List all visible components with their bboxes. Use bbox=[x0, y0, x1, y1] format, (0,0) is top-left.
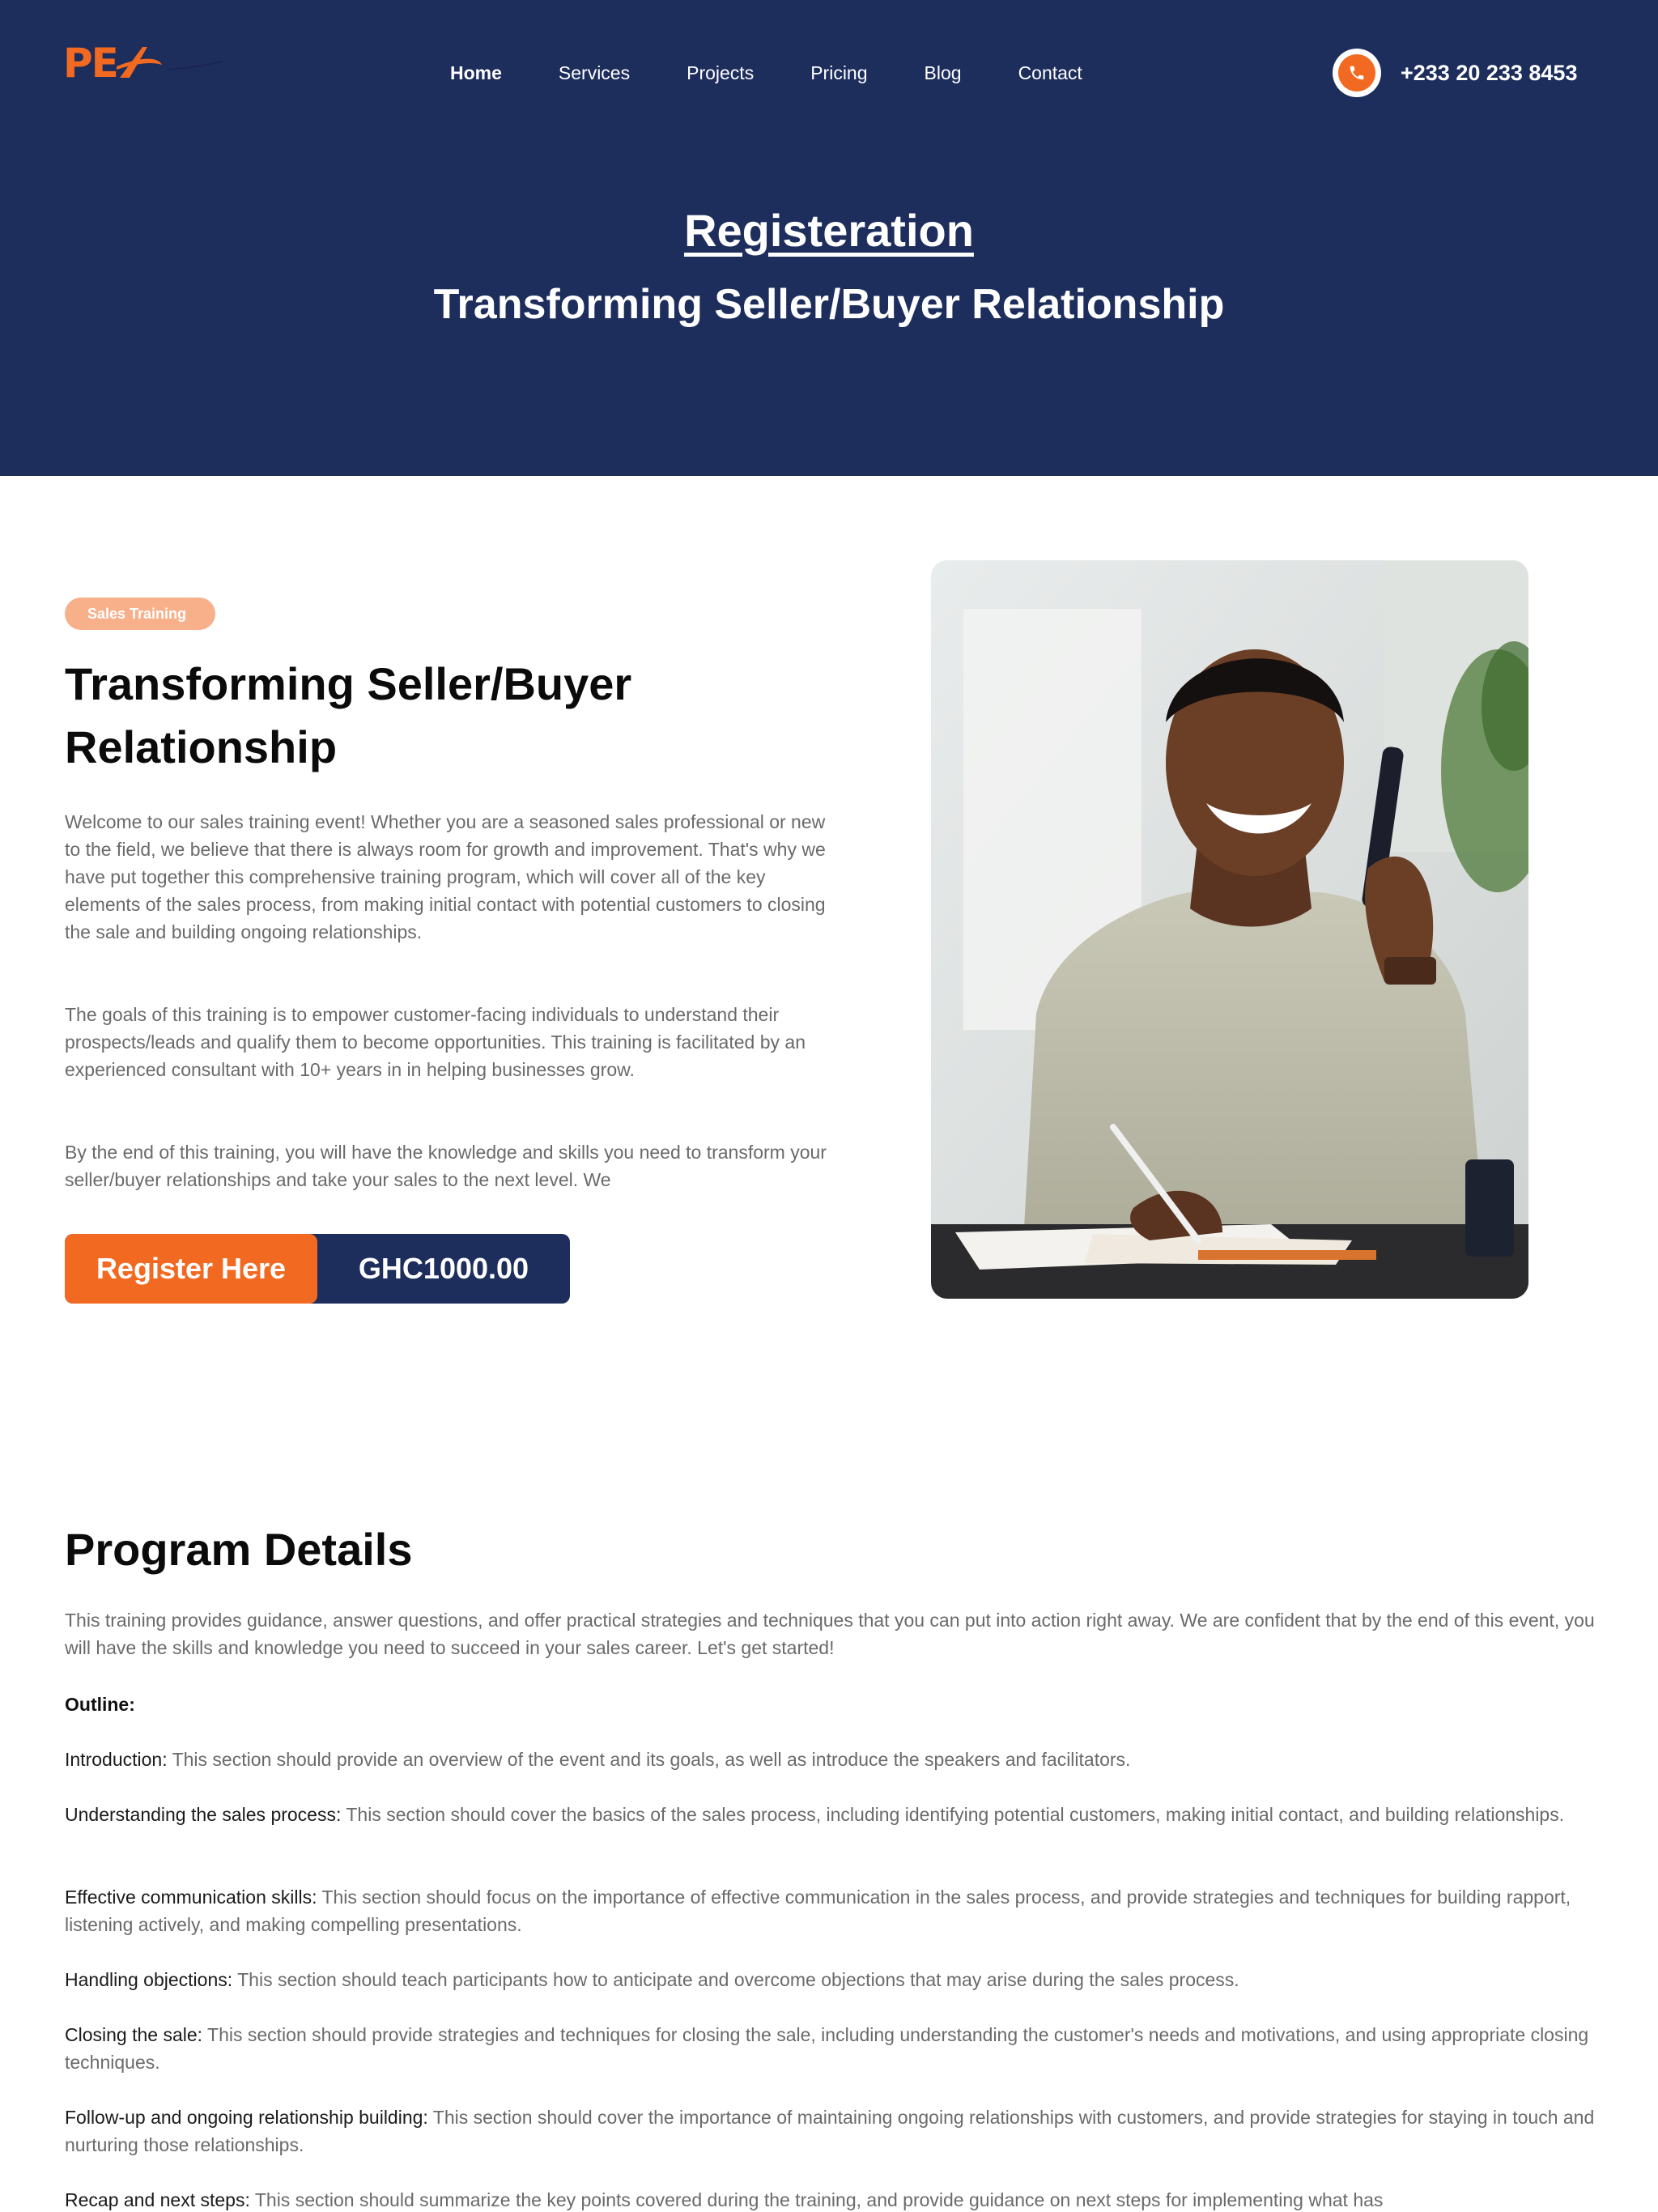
outline-item-title: Follow-up and ongoing relationship build… bbox=[65, 2107, 428, 2128]
outline-item: Understanding the sales process: This se… bbox=[65, 1801, 1595, 1828]
register-button[interactable]: Register Here bbox=[65, 1234, 317, 1304]
outline-item-title: Understanding the sales process: bbox=[65, 1804, 342, 1825]
outline-item-text: This section should teach participants h… bbox=[232, 1969, 1239, 1990]
outline-item: Handling objections: This section should… bbox=[65, 1966, 1595, 1993]
outline-item-title: Effective communication skills: bbox=[65, 1887, 317, 1908]
program-details-title: Program Details bbox=[65, 1524, 413, 1575]
page-subtitle: Transforming Seller/Buyer Relationship bbox=[433, 281, 1225, 328]
logo[interactable]: PE bbox=[63, 37, 225, 89]
outline-item-text: This section should provide strategies a… bbox=[65, 2024, 1589, 2073]
event-photo bbox=[931, 560, 1528, 1299]
logo-text: PE bbox=[63, 40, 119, 87]
register-cta: Register Here GHC1000.00 bbox=[65, 1234, 570, 1304]
nav-projects[interactable]: Projects bbox=[687, 57, 754, 89]
price-label: GHC1000.00 bbox=[358, 1252, 529, 1285]
intro-paragraph: Welcome to our sales training event! Whe… bbox=[65, 811, 826, 942]
phone-number[interactable]: +233 20 233 8453 bbox=[1401, 61, 1577, 86]
outline-item: Recap and next steps: This section shoul… bbox=[65, 2186, 1595, 2212]
outline-item: Effective communication skills: This sec… bbox=[65, 1883, 1595, 1938]
outline-label: Outline: bbox=[65, 1694, 135, 1715]
event-title: Transforming Seller/Buyer Relationship bbox=[65, 658, 632, 772]
header-phone[interactable]: +233 20 233 8453 bbox=[1333, 49, 1577, 97]
program-intro: This training provides guidance, answer … bbox=[65, 1610, 1595, 1658]
outline-item-title: Closing the sale: bbox=[65, 2024, 203, 2045]
outline-item-title: Handling objections: bbox=[65, 1969, 233, 1990]
outline-item-text: This section should provide an overview … bbox=[167, 1749, 1131, 1770]
outline-item-title: Recap and next steps: bbox=[65, 2189, 250, 2210]
outline-item-title: Introduction: bbox=[65, 1749, 168, 1770]
phone-icon[interactable] bbox=[1333, 49, 1381, 97]
main-nav: Home Services Projects Pricing Blog Cont… bbox=[450, 57, 1082, 89]
hero-header: PE Home Services Projects Pricing Blog C… bbox=[0, 0, 1658, 476]
outline-item-text: This section should summarize the key po… bbox=[249, 2189, 1384, 2210]
outline-item: Follow-up and ongoing relationship build… bbox=[65, 2104, 1595, 2159]
page-title: Registeration bbox=[684, 205, 974, 256]
intro-paragraph: The goals of this training is to empower… bbox=[65, 1004, 806, 1080]
outline-item: Introduction: This section should provid… bbox=[65, 1746, 1595, 1773]
nav-contact[interactable]: Contact bbox=[1018, 57, 1082, 89]
category-badge: Sales Training bbox=[65, 598, 216, 630]
logo-swoosh-icon bbox=[117, 47, 223, 78]
smiling-man-on-phone-image bbox=[931, 560, 1528, 1299]
outline-item: Closing the sale: This section should pr… bbox=[65, 2021, 1595, 2076]
outline-item-text: This section should cover the basics of … bbox=[341, 1804, 1565, 1825]
nav-pricing[interactable]: Pricing bbox=[810, 57, 867, 89]
nav-home[interactable]: Home bbox=[450, 57, 502, 89]
intro-paragraph: By the end of this training, you will ha… bbox=[65, 1142, 827, 1190]
nav-services[interactable]: Services bbox=[559, 57, 630, 89]
nav-blog[interactable]: Blog bbox=[925, 57, 962, 89]
